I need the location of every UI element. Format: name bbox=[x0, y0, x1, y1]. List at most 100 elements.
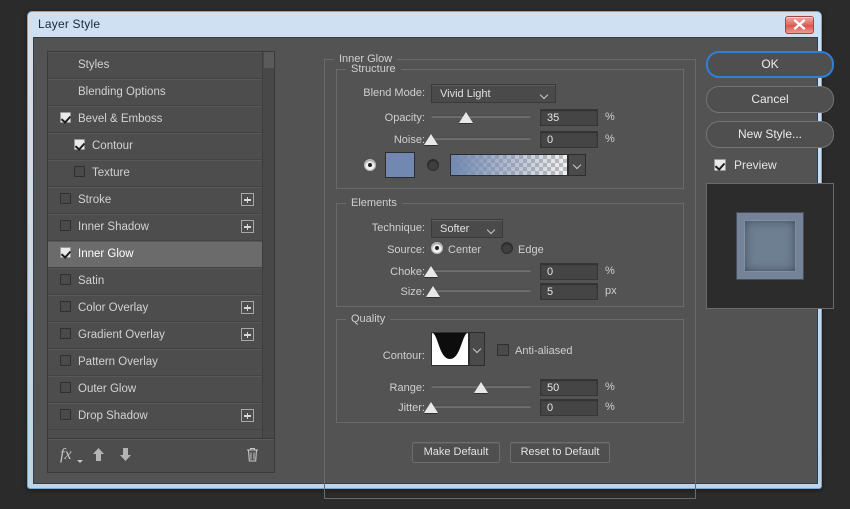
add-effect-instance-button[interactable] bbox=[241, 409, 254, 422]
jitter-input[interactable]: 0 bbox=[540, 399, 598, 416]
choke-slider-thumb[interactable] bbox=[424, 266, 438, 277]
styles-list-item-blending-options[interactable]: Blending Options bbox=[48, 79, 262, 106]
noise-unit: % bbox=[605, 133, 615, 145]
effect-enable-checkbox[interactable] bbox=[60, 355, 71, 366]
gradient-dropdown-button[interactable] bbox=[568, 154, 586, 176]
noise-label: Noise: bbox=[341, 134, 425, 146]
styles-list-item-texture[interactable]: Texture bbox=[48, 160, 262, 187]
effect-enable-checkbox[interactable] bbox=[60, 112, 71, 123]
contour-preview[interactable] bbox=[431, 332, 469, 366]
opacity-input[interactable]: 35 bbox=[540, 109, 598, 126]
choke-label: Choke: bbox=[341, 266, 425, 278]
choke-value: 0 bbox=[547, 266, 553, 278]
size-slider-track bbox=[431, 289, 531, 292]
add-effect-instance-button[interactable] bbox=[241, 220, 254, 233]
styles-list-item-contour[interactable]: Contour bbox=[48, 133, 262, 160]
noise-slider-track bbox=[431, 137, 531, 140]
effect-options-panel: Inner Glow Structure Blend Mode: Vivid L… bbox=[324, 51, 696, 509]
styles-list-item-satin[interactable]: Satin bbox=[48, 268, 262, 295]
styles-list-item-gradient-overlay[interactable]: Gradient Overlay bbox=[48, 322, 262, 349]
chevron-down-icon bbox=[488, 227, 495, 234]
reset-to-default-button[interactable]: Reset to Default bbox=[510, 442, 610, 463]
styles-list-item-label: Outer Glow bbox=[78, 383, 136, 395]
fill-type-gradient-radio[interactable] bbox=[427, 159, 439, 171]
choke-input[interactable]: 0 bbox=[540, 263, 598, 280]
size-value: 5 bbox=[547, 286, 553, 298]
effect-enable-checkbox[interactable] bbox=[60, 301, 71, 312]
structure-legend: Structure bbox=[346, 63, 401, 75]
preview-checkbox[interactable] bbox=[714, 159, 726, 171]
size-unit: px bbox=[605, 285, 617, 297]
arrow-up-icon[interactable] bbox=[91, 446, 106, 468]
noise-input[interactable]: 0 bbox=[540, 131, 598, 148]
range-slider-thumb[interactable] bbox=[474, 382, 488, 393]
size-slider-thumb[interactable] bbox=[426, 286, 440, 297]
source-center-radio[interactable] bbox=[431, 242, 443, 254]
effect-enable-checkbox[interactable] bbox=[74, 166, 85, 177]
close-icon bbox=[793, 19, 806, 30]
preview-thumbnail bbox=[706, 183, 834, 309]
effect-enable-checkbox[interactable] bbox=[60, 220, 71, 231]
noise-slider[interactable] bbox=[431, 132, 531, 146]
window-title: Layer Style bbox=[38, 17, 100, 31]
styles-list-item-inner-shadow[interactable]: Inner Shadow bbox=[48, 214, 262, 241]
styles-list-item-label: Gradient Overlay bbox=[78, 329, 165, 341]
size-input[interactable]: 5 bbox=[540, 283, 598, 300]
opacity-slider[interactable] bbox=[431, 110, 531, 124]
size-label: Size: bbox=[341, 286, 425, 298]
styles-list-item-label: Inner Glow bbox=[78, 248, 134, 260]
styles-list-item-inner-glow[interactable]: Inner Glow bbox=[48, 241, 262, 268]
close-button[interactable] bbox=[785, 16, 814, 34]
effect-enable-checkbox[interactable] bbox=[60, 328, 71, 339]
add-effect-instance-button[interactable] bbox=[241, 193, 254, 206]
technique-select[interactable]: Softer bbox=[431, 219, 503, 238]
effect-enable-checkbox[interactable] bbox=[60, 247, 71, 258]
jitter-slider-thumb[interactable] bbox=[424, 402, 438, 413]
source-edge-radio[interactable] bbox=[501, 242, 513, 254]
range-value: 50 bbox=[547, 382, 559, 394]
contour-dropdown-button[interactable] bbox=[469, 332, 485, 366]
preview-toggle[interactable]: Preview bbox=[706, 156, 834, 176]
gradient-preview[interactable] bbox=[450, 154, 568, 176]
ok-button[interactable]: OK bbox=[706, 51, 834, 78]
styles-list-item-outer-glow[interactable]: Outer Glow bbox=[48, 376, 262, 403]
arrow-down-icon[interactable] bbox=[118, 446, 133, 468]
glow-color-swatch[interactable] bbox=[385, 152, 415, 178]
choke-slider-track bbox=[431, 269, 531, 272]
noise-slider-thumb[interactable] bbox=[424, 134, 438, 145]
preview-shape bbox=[737, 213, 803, 279]
make-default-button[interactable]: Make Default bbox=[412, 442, 500, 463]
new-style-button[interactable]: New Style... bbox=[706, 121, 834, 148]
add-effect-instance-button[interactable] bbox=[241, 301, 254, 314]
add-effect-instance-button[interactable] bbox=[241, 328, 254, 341]
opacity-slider-thumb[interactable] bbox=[459, 112, 473, 123]
effect-enable-checkbox[interactable] bbox=[60, 274, 71, 285]
blend-mode-select[interactable]: Vivid Light bbox=[431, 84, 556, 103]
title-bar: Layer Style bbox=[28, 12, 821, 37]
effect-enable-checkbox[interactable] bbox=[60, 382, 71, 393]
fill-type-color-radio[interactable] bbox=[364, 159, 376, 171]
styles-list-item-stroke[interactable]: Stroke bbox=[48, 187, 262, 214]
styles-scrollbar[interactable] bbox=[262, 52, 274, 438]
styles-list-item-color-overlay[interactable]: Color Overlay bbox=[48, 295, 262, 322]
styles-list: StylesBlending OptionsBevel & EmbossCont… bbox=[48, 52, 262, 438]
styles-list-item-styles[interactable]: Styles bbox=[48, 52, 262, 79]
trash-icon[interactable] bbox=[245, 446, 260, 468]
anti-aliased-checkbox[interactable] bbox=[497, 344, 509, 356]
styles-list-item-drop-shadow[interactable]: Drop Shadow bbox=[48, 403, 262, 430]
effect-enable-checkbox[interactable] bbox=[60, 193, 71, 204]
opacity-slider-track bbox=[431, 115, 531, 118]
jitter-slider[interactable] bbox=[431, 400, 531, 414]
jitter-label: Jitter: bbox=[341, 402, 425, 414]
cancel-button[interactable]: Cancel bbox=[706, 86, 834, 113]
effect-enable-checkbox[interactable] bbox=[60, 409, 71, 420]
size-slider[interactable] bbox=[431, 284, 531, 298]
styles-scrollbar-thumb[interactable] bbox=[264, 52, 274, 68]
fx-icon[interactable]: fx bbox=[60, 446, 72, 464]
range-slider[interactable] bbox=[431, 380, 531, 394]
effect-enable-checkbox[interactable] bbox=[74, 139, 85, 150]
choke-slider[interactable] bbox=[431, 264, 531, 278]
styles-list-item-bevel-emboss[interactable]: Bevel & Emboss bbox=[48, 106, 262, 133]
range-input[interactable]: 50 bbox=[540, 379, 598, 396]
styles-list-item-pattern-overlay[interactable]: Pattern Overlay bbox=[48, 349, 262, 376]
